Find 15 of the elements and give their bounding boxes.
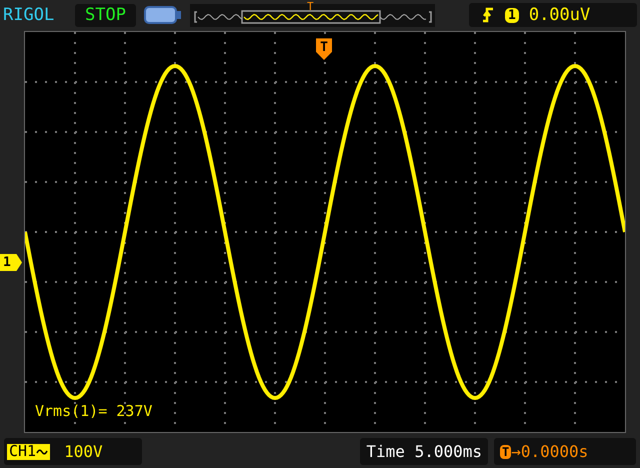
- timebase: Time 5.000ms: [360, 438, 488, 465]
- rising-edge-icon: [481, 7, 495, 23]
- trigger-offset: →0.0000s: [511, 444, 588, 460]
- channel-marker: 1: [0, 254, 22, 271]
- trigger-level: 0.00uV: [528, 6, 590, 24]
- vrms-measurement: Vrms(1)= 237V: [35, 404, 152, 419]
- vertical-scale: 100V: [64, 444, 103, 460]
- trigger-offset-marker: T: [500, 444, 512, 458]
- memory-trigger-marker: T: [306, 0, 314, 12]
- ac-coupling-icon: [36, 446, 48, 456]
- brand-label: RIGOL: [3, 6, 56, 24]
- battery-icon: [144, 6, 182, 24]
- channel-label: CH1: [9, 444, 36, 459]
- run-state: STOP: [75, 4, 136, 26]
- trigger-channel: 1: [505, 8, 519, 22]
